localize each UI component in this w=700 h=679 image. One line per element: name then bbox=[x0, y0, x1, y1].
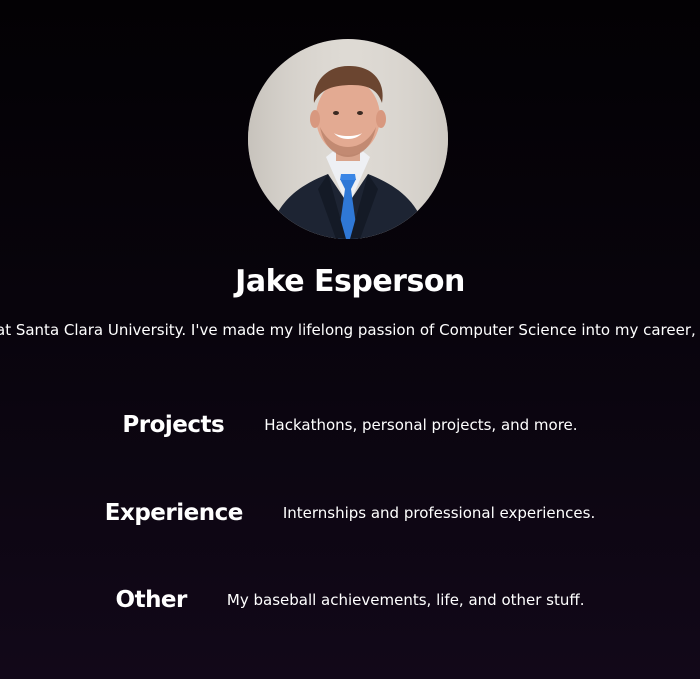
experience-link[interactable]: Experience bbox=[105, 500, 244, 526]
bio-container: at Santa Clara University. I've made my … bbox=[0, 318, 700, 344]
projects-link[interactable]: Projects bbox=[122, 412, 224, 438]
nav-row-other: Other My baseball achievements, life, an… bbox=[0, 580, 700, 620]
other-link[interactable]: Other bbox=[116, 587, 188, 613]
profile-bio: at Santa Clara University. I've made my … bbox=[0, 321, 700, 339]
other-description: My baseball achievements, life, and othe… bbox=[226, 591, 585, 609]
profile-name: Jake Esperson bbox=[235, 264, 465, 299]
projects-description: Hackathons, personal projects, and more. bbox=[264, 416, 578, 434]
nav-row-experience: Experience Internships and professional … bbox=[0, 493, 700, 533]
profile-avatar bbox=[248, 39, 448, 239]
profile-photo bbox=[248, 39, 448, 239]
experience-description: Internships and professional experiences… bbox=[282, 504, 596, 522]
nav-row-projects: Projects Hackathons, personal projects, … bbox=[0, 405, 700, 445]
